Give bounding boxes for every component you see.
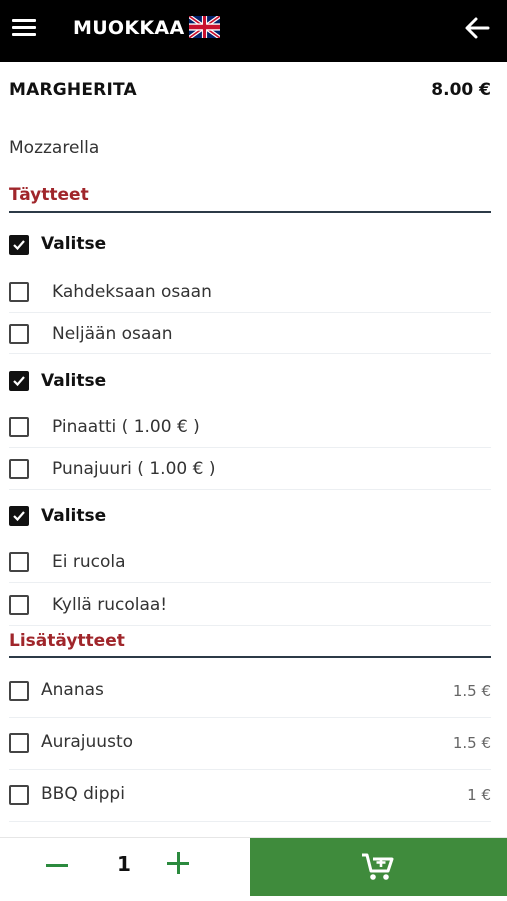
group-label: Valitse	[41, 371, 107, 391]
checkbox[interactable]	[9, 785, 29, 805]
page-title: MUOKKAA	[73, 17, 185, 39]
row-divider	[9, 447, 491, 448]
group-label: Valitse	[41, 506, 107, 526]
option-row[interactable]: Kahdeksaan osaan	[0, 273, 507, 313]
section-title-lisataytteet: Lisätäytteet	[9, 631, 125, 651]
section-divider	[9, 211, 491, 213]
checkbox-checked[interactable]	[9, 371, 29, 391]
arrow-left-icon[interactable]	[463, 15, 491, 41]
checkbox[interactable]	[9, 595, 29, 615]
section-title-taytteet: Täytteet	[9, 185, 89, 205]
row-divider	[9, 489, 491, 490]
option-row[interactable]: Kyllä rucolaa!	[0, 585, 507, 625]
option-row[interactable]: Pinaatti ( 1.00 € )	[0, 408, 507, 448]
extra-row[interactable]: Ananas 1.5 €	[0, 670, 507, 710]
extra-row[interactable]: BBQ dippi 1 €	[0, 774, 507, 814]
option-label: Pinaatti ( 1.00 € )	[52, 417, 200, 437]
row-divider	[9, 821, 491, 822]
add-to-cart-button[interactable]	[250, 838, 507, 896]
extra-price: 1.5 €	[452, 734, 491, 752]
product-description: Mozzarella	[9, 138, 100, 158]
option-label: Kyllä rucolaa!	[52, 595, 168, 615]
row-divider	[9, 769, 491, 770]
row-divider	[9, 582, 491, 583]
option-row[interactable]: Ei rucola	[0, 543, 507, 583]
extra-row[interactable]: Aurajuusto 1.5 €	[0, 722, 507, 762]
extra-price: 1 €	[467, 786, 491, 804]
product-price: 8.00 €	[431, 80, 491, 100]
option-label: Kahdeksaan osaan	[52, 282, 212, 302]
group-label: Valitse	[41, 234, 107, 254]
row-divider	[9, 312, 491, 313]
minus-icon[interactable]	[46, 847, 70, 883]
group-header-3[interactable]: Valitse	[0, 497, 507, 537]
option-row[interactable]: Punajuuri ( 1.00 € )	[0, 449, 507, 489]
option-label: Neljään osaan	[52, 324, 173, 344]
checkbox[interactable]	[9, 681, 29, 701]
checkbox-checked[interactable]	[9, 235, 29, 255]
extra-price: 1.5 €	[452, 682, 491, 700]
quantity-value: 1	[117, 852, 131, 876]
product-name: MARGHERITA	[9, 80, 137, 100]
checkbox[interactable]	[9, 552, 29, 572]
checkbox[interactable]	[9, 733, 29, 753]
checkbox-checked[interactable]	[9, 506, 29, 526]
option-row[interactable]: Neljään osaan	[0, 314, 507, 354]
row-divider	[9, 353, 491, 354]
plus-icon[interactable]	[167, 852, 191, 876]
section-divider	[9, 656, 491, 658]
row-divider	[9, 717, 491, 718]
top-bar: MUOKKAA	[0, 0, 507, 62]
extra-label: Ananas	[41, 680, 104, 700]
option-label: Ei rucola	[52, 552, 126, 572]
checkbox[interactable]	[9, 282, 29, 302]
option-label: Punajuuri ( 1.00 € )	[52, 459, 216, 479]
group-header-1[interactable]: Valitse	[0, 226, 507, 266]
uk-flag-icon[interactable]	[189, 16, 220, 38]
add-to-cart-icon	[362, 853, 394, 880]
group-header-2[interactable]: Valitse	[0, 362, 507, 402]
hamburger-menu-icon[interactable]	[12, 17, 38, 39]
checkbox[interactable]	[9, 417, 29, 437]
extra-label: Aurajuusto	[41, 732, 134, 752]
extra-label: BBQ dippi	[41, 784, 125, 804]
checkbox[interactable]	[9, 459, 29, 479]
checkbox[interactable]	[9, 324, 29, 344]
row-divider	[9, 625, 491, 626]
